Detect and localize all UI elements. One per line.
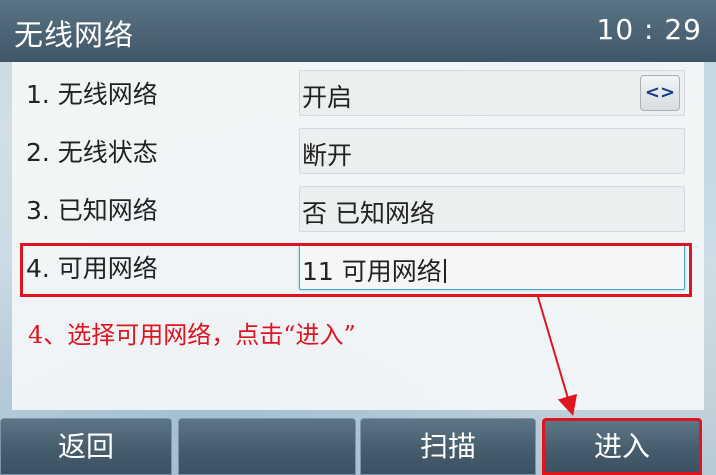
row-value: 开启 [302, 83, 353, 112]
empty-softkey[interactable] [178, 418, 356, 475]
row-value: 否 已知网络 [302, 199, 435, 228]
clock: 10 : 29 [596, 13, 702, 46]
switch-icon[interactable]: <> [640, 75, 680, 111]
known-networks-field: 否 已知网络 [299, 186, 685, 232]
back-button[interactable]: 返回 [0, 418, 172, 475]
annotation-highlight-box [20, 243, 692, 297]
row-label: 2. 无线状态 [26, 138, 158, 167]
title-bar: 无线网络 10 : 29 [0, 0, 716, 62]
annotation-text: 4、选择可用网络，点击“进入” [28, 321, 356, 349]
scan-button[interactable]: 扫描 [360, 418, 536, 475]
settings-list: 1. 无线网络 开启 <> 2. 无线状态 断开 3. 已知网络 否 已知网络 … [12, 62, 704, 410]
row-value: 断开 [302, 141, 353, 170]
list-item-known-networks[interactable]: 3. 已知网络 否 已知网络 [12, 182, 704, 234]
phone-screen: 无线网络 10 : 29 1. 无线网络 开启 <> 2. 无线状态 断开 3.… [0, 0, 716, 475]
wireless-status-field: 断开 [299, 128, 685, 174]
softkey-bar: 返回 扫描 进入 [0, 418, 716, 475]
wireless-toggle-field[interactable]: 开启 <> [299, 70, 685, 116]
list-item-wireless[interactable]: 1. 无线网络 开启 <> [12, 66, 704, 118]
row-label: 1. 无线网络 [26, 80, 158, 109]
row-label: 3. 已知网络 [26, 196, 158, 225]
screen-title: 无线网络 [14, 18, 135, 52]
enter-button[interactable]: 进入 [542, 418, 702, 475]
list-item-wireless-status[interactable]: 2. 无线状态 断开 [12, 124, 704, 176]
